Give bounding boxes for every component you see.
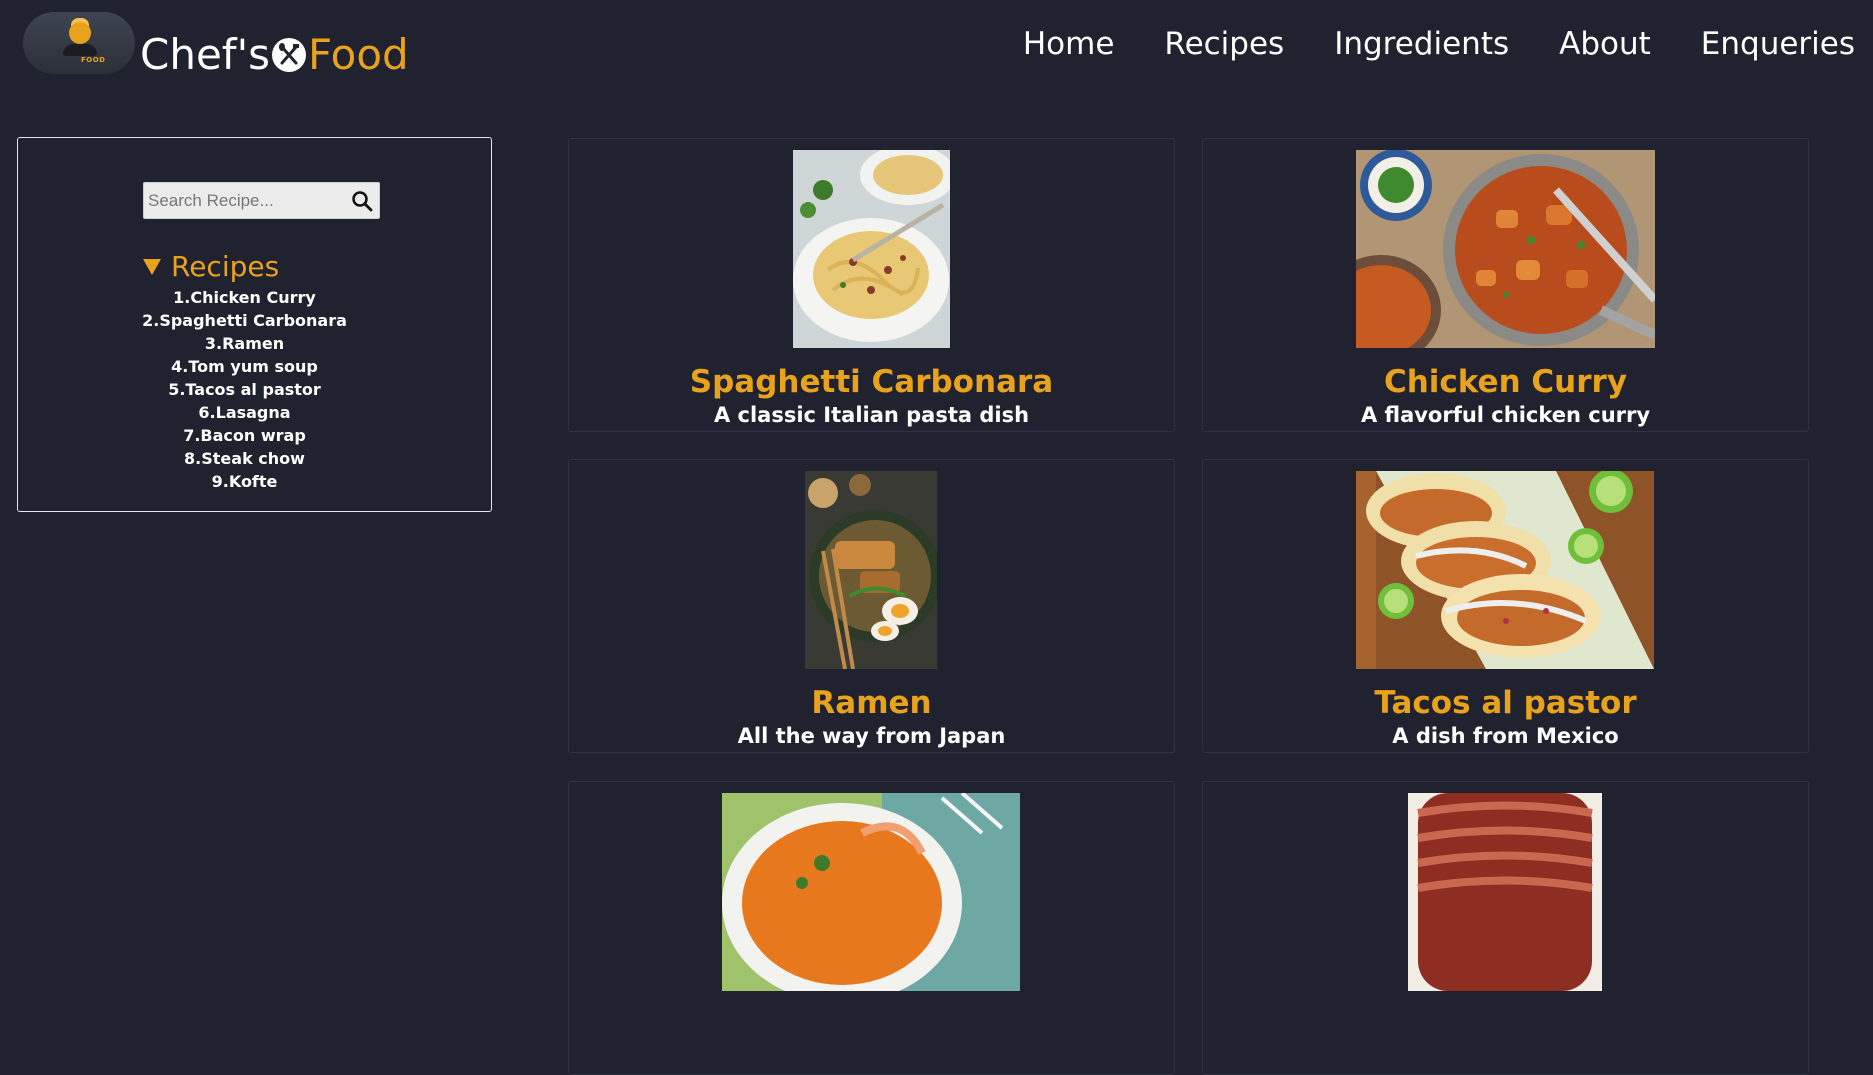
logo-badge-text: FOOD (81, 56, 106, 64)
recipe-list-item[interactable]: 8.Steak chow (0, 447, 491, 470)
card-title: Spaghetti Carbonara (689, 364, 1054, 400)
brand-first-word: Chef's (140, 30, 270, 79)
recipe-list: 1.Chicken Curry 2.Spaghetti Carbonara 3.… (18, 286, 491, 493)
nav-home-link[interactable]: Home (1023, 22, 1115, 66)
recipe-list-item[interactable]: 2.Spaghetti Carbonara (0, 309, 491, 332)
chef-body-icon (63, 44, 97, 56)
recipe-list-item[interactable]: 6.Lasagna (0, 401, 491, 424)
card-description: A dish from Mexico (1392, 724, 1619, 748)
bacon-wrap-photo (1408, 793, 1602, 991)
recipes-heading: Recipes (171, 250, 280, 283)
search-recipe-input[interactable] (144, 183, 354, 218)
chicken-curry-photo (1356, 150, 1655, 348)
recipe-list-item[interactable]: 7.Bacon wrap (0, 424, 491, 447)
ramen-photo (805, 471, 937, 669)
search-box (143, 182, 380, 219)
nav-recipes-link[interactable]: Recipes (1164, 22, 1284, 66)
recipe-card-bacon-wrap[interactable] (1202, 781, 1809, 1075)
recipe-list-item[interactable]: 3.Ramen (0, 332, 491, 355)
spaghetti-carbonara-photo (793, 150, 950, 348)
recipe-card-chicken-curry[interactable]: Chicken Curry A flavorful chicken curry (1202, 138, 1809, 432)
card-title: Tacos al pastor (1374, 685, 1637, 721)
nav-about-link[interactable]: About (1559, 22, 1651, 66)
recipe-list-item[interactable]: 9.Kofte (0, 470, 491, 493)
card-description: All the way from Japan (737, 724, 1006, 748)
recipe-card-tacos-al-pastor[interactable]: Tacos al pastor A dish from Mexico (1202, 459, 1809, 753)
recipe-list-item[interactable]: 4.Tom yum soup (0, 355, 491, 378)
recipes-dropdown-toggle[interactable]: Recipes (143, 250, 279, 283)
site-brand[interactable]: Chef's Food (140, 30, 409, 80)
card-title: Chicken Curry (1383, 364, 1628, 400)
recipe-list-item[interactable]: 5.Tacos al pastor (0, 378, 491, 401)
search-icon[interactable] (351, 190, 373, 212)
chef-logo-badge[interactable]: FOOD (23, 12, 135, 74)
recipe-card-spaghetti-carbonara[interactable]: Spaghetti Carbonara A classic Italian pa… (568, 138, 1175, 432)
site-header: FOOD Chef's Food Home Recipes Ingredient… (0, 0, 1873, 100)
tacos-photo (1356, 471, 1654, 669)
card-description: A flavorful chicken curry (1360, 403, 1651, 427)
tom-yum-soup-photo (722, 793, 1020, 991)
nav-ingredients-link[interactable]: Ingredients (1334, 22, 1509, 66)
recipe-card-tom-yum-soup[interactable] (568, 781, 1175, 1075)
card-description: A classic Italian pasta dish (713, 403, 1030, 427)
recipe-sidebar: Recipes 1.Chicken Curry 2.Spaghetti Carb… (17, 137, 492, 512)
brand-second-word: Food (308, 30, 409, 79)
utensils-icon (272, 38, 306, 72)
recipe-list-item[interactable]: 1.Chicken Curry (0, 286, 491, 309)
chef-face-icon (69, 22, 91, 44)
main-nav: Home Recipes Ingredients About Enqueries (1023, 22, 1855, 66)
nav-enqueries-link[interactable]: Enqueries (1701, 22, 1855, 66)
triangle-down-icon (143, 258, 161, 275)
recipe-card-ramen[interactable]: Ramen All the way from Japan (568, 459, 1175, 753)
card-title: Ramen (811, 685, 932, 721)
